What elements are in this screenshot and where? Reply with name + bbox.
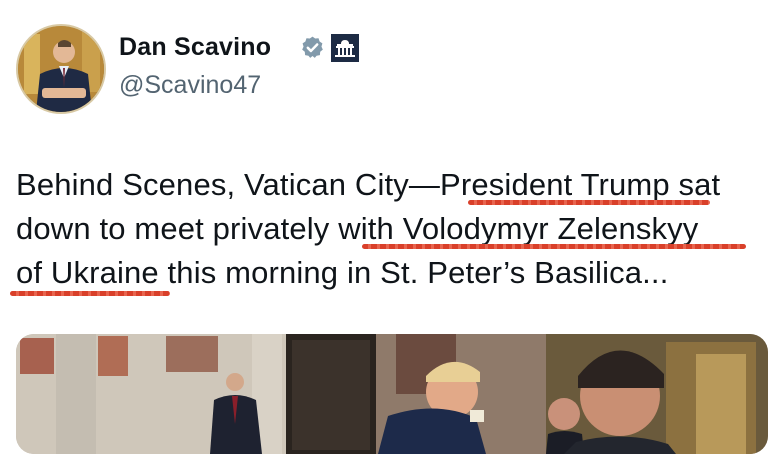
underline-of-ukraine — [10, 291, 170, 296]
avatar-photo — [18, 26, 104, 112]
tweet-photo[interactable] — [16, 334, 768, 454]
display-name[interactable]: Dan Scavino — [119, 33, 271, 62]
tweet-text: Behind Scenes, Vatican City—President Tr… — [16, 163, 766, 295]
handle[interactable]: @Scavino47 — [119, 71, 261, 100]
white-house-icon — [331, 34, 359, 62]
underline-zelenskyy — [362, 244, 746, 249]
verified-check-icon — [302, 36, 323, 58]
underline-president-trump — [468, 200, 710, 205]
basilica-photo — [16, 334, 768, 454]
tweet-line-3: of Ukraine this morning in St. Peter’s B… — [16, 255, 669, 290]
avatar[interactable] — [16, 24, 106, 114]
